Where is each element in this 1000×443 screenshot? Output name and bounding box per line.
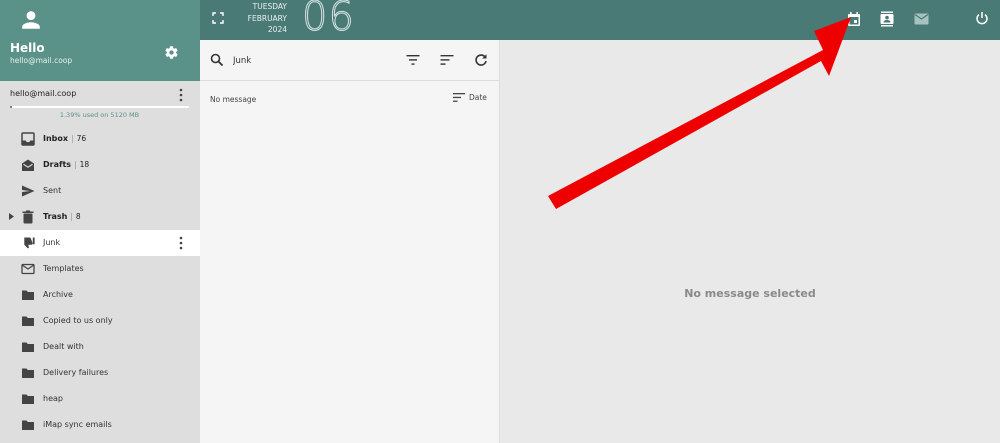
date-year: 2024 — [267, 25, 287, 34]
unread-count: 18 — [71, 160, 89, 169]
folder-name: heap — [43, 394, 63, 403]
folder-name: Trash — [43, 212, 68, 221]
folder-icon — [21, 366, 35, 380]
folder-label: Drafts18 — [43, 160, 89, 169]
quota-bar — [10, 106, 189, 108]
thumbs-down-icon — [21, 236, 35, 250]
folder-name: Drafts — [43, 160, 72, 169]
folder-item-junk[interactable]: Junk — [0, 230, 200, 256]
folder-name: Inbox — [43, 134, 69, 143]
folder-label: Junk — [43, 238, 60, 247]
expand-caret-icon[interactable] — [9, 213, 14, 220]
date-day: 06 — [302, 0, 355, 41]
sort-date-label: Date — [469, 93, 487, 102]
folder-label: Archive — [43, 290, 73, 299]
folder-item-trash[interactable]: Trash8 — [0, 204, 200, 230]
account-header: Hello hello@mail.coop — [0, 0, 200, 81]
folder-item-copied-to-us-only[interactable]: Copied to us only — [0, 308, 200, 334]
folder-item-inbox[interactable]: Inbox76 — [0, 126, 200, 152]
message-list-panel: No message Date — [200, 40, 500, 443]
folder-item-dealt-with[interactable]: Dealt with — [0, 334, 200, 360]
folder-name: Sent — [43, 186, 62, 195]
folder-item-heap[interactable]: heap — [0, 386, 200, 412]
folder-icon — [21, 288, 35, 302]
empty-list-text: No message — [210, 95, 257, 104]
folder-icon — [21, 340, 35, 354]
folder-label: heap — [43, 394, 63, 403]
unread-count: 8 — [67, 212, 80, 221]
folder-name: Archive — [43, 290, 73, 299]
search-bar — [200, 40, 500, 81]
mail-outline-icon — [21, 262, 35, 276]
top-bar: TUESDAY FEBRUARY 2024 06 — [200, 0, 1000, 41]
folder-label: Trash8 — [43, 212, 81, 221]
date-month: FEBRUARY — [247, 13, 287, 23]
folder-name: Templates — [43, 264, 84, 273]
folder-item-sent[interactable]: Sent — [0, 178, 200, 204]
send-icon — [21, 184, 35, 198]
folder-label: Copied to us only — [43, 316, 113, 325]
unread-count: 76 — [68, 134, 86, 143]
folder-name: Copied to us only — [43, 316, 113, 325]
folder-name: Delivery failures — [43, 368, 109, 377]
date-text: TUESDAY FEBRUARY 2024 — [232, 1, 287, 36]
search-icon[interactable] — [210, 53, 224, 67]
account-more-icon[interactable] — [178, 88, 184, 102]
folder-item-imap-sync-emails[interactable]: iMap sync emails — [0, 412, 200, 438]
folder-item-delivery-failures[interactable]: Delivery failures — [0, 360, 200, 386]
quota-text: 1.39% used on 5120 MB — [59, 111, 140, 119]
folder-label: Dealt with — [43, 342, 84, 351]
folder-label: Sent — [43, 186, 61, 195]
quota-bar-fill — [10, 106, 13, 108]
sort-lines-icon — [453, 93, 465, 102]
trash-icon — [21, 210, 35, 224]
sort-icon[interactable] — [440, 55, 454, 65]
folder-item-drafts[interactable]: Drafts18 — [0, 152, 200, 178]
folder-more-icon[interactable] — [178, 236, 184, 250]
folder-list: Inbox76 Drafts18 Sent Trash8 Junk Templates Ar… — [0, 126, 200, 438]
mail-icon[interactable] — [914, 13, 929, 25]
folder-item-templates[interactable]: Templates — [0, 256, 200, 282]
filter-icon[interactable] — [406, 55, 420, 65]
account-label[interactable]: hello@mail.coop — [10, 89, 76, 98]
drafts-icon — [21, 158, 35, 172]
folder-item-archive[interactable]: Archive — [0, 282, 200, 308]
folder-label: Delivery failures — [43, 368, 108, 377]
folder-label: Templates — [43, 264, 84, 273]
folder-name: Junk — [43, 238, 61, 247]
no-message-selected-text: No message selected — [684, 287, 816, 300]
gear-icon[interactable] — [164, 45, 179, 60]
reading-pane: No message selected — [500, 40, 1000, 443]
folder-icon — [21, 418, 35, 432]
sort-by-date[interactable]: Date — [453, 93, 487, 102]
power-icon[interactable] — [975, 11, 989, 27]
calendar-icon[interactable] — [847, 11, 861, 27]
folder-name: iMap sync emails — [43, 420, 112, 429]
folder-icon — [21, 314, 35, 328]
inbox-icon — [21, 132, 35, 146]
fullscreen-icon[interactable] — [212, 12, 224, 24]
user-email: hello@mail.coop — [10, 56, 73, 65]
sidebar: Hello hello@mail.coop hello@mail.coop 1.… — [0, 0, 200, 443]
date-weekday: TUESDAY — [252, 2, 287, 11]
folder-icon — [21, 392, 35, 406]
folder-label: iMap sync emails — [43, 420, 112, 429]
folder-name: Dealt with — [43, 342, 84, 351]
folder-label: Inbox76 — [43, 134, 86, 143]
refresh-icon[interactable] — [474, 53, 488, 67]
contacts-icon[interactable] — [880, 11, 894, 27]
search-input[interactable] — [233, 53, 383, 69]
greeting: Hello — [10, 41, 45, 55]
user-avatar-icon[interactable] — [20, 9, 42, 31]
